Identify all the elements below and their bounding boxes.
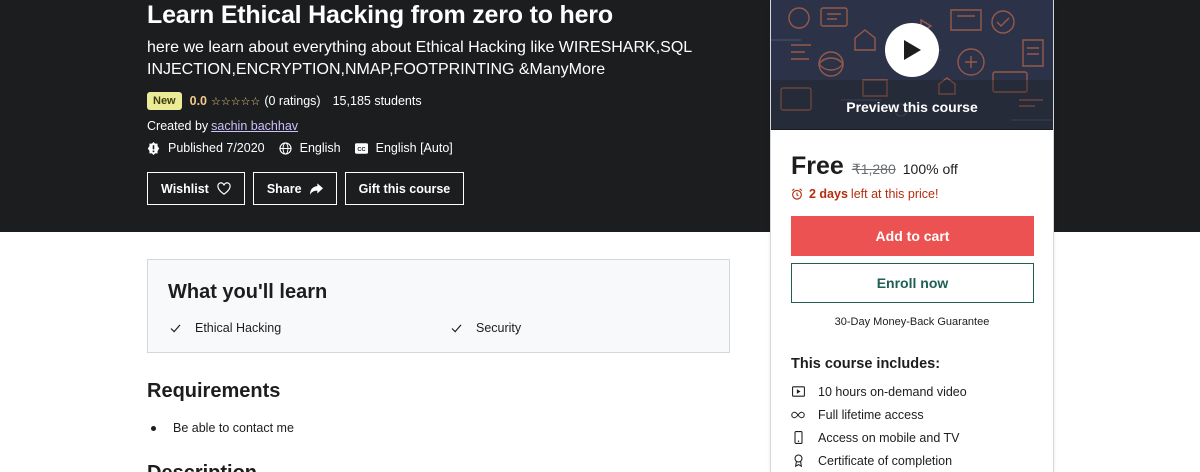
new-badge: New (147, 92, 182, 110)
course-preview[interactable]: Preview this course (771, 0, 1053, 130)
share-arrow-icon (309, 182, 323, 195)
published-info: Published 7/2020 (147, 141, 265, 155)
includes-item-label: Certificate of completion (818, 453, 953, 468)
video-icon (791, 385, 805, 399)
enroll-now-button[interactable]: Enroll now (791, 263, 1034, 303)
includes-item: Certificate of completion (791, 449, 967, 472)
captions-info: CC English [Auto] (354, 141, 453, 155)
created-by: Created by sachin bachhav (147, 119, 298, 133)
add-to-cart-button[interactable]: Add to cart (791, 216, 1034, 256)
includes-title: This course includes: (791, 356, 941, 372)
mobile-icon (791, 431, 805, 445)
share-button[interactable]: Share (252, 172, 337, 205)
alert-badge-icon (147, 141, 160, 155)
gift-course-button[interactable]: Gift this course (344, 172, 465, 205)
closed-captions-icon: CC (354, 142, 368, 154)
includes-item-label: Full lifetime access (818, 407, 924, 422)
price-urgency: 2 days left at this price! (791, 187, 938, 201)
heart-icon (217, 182, 231, 195)
alarm-clock-icon (791, 188, 803, 200)
learn-title: What you'll learn (168, 281, 328, 303)
action-buttons: Wishlist Share Gift this course (147, 172, 472, 205)
rating-value: 0.0 (189, 94, 208, 108)
includes-item-label: Access on mobile and TV (818, 430, 960, 445)
captions-label: English [Auto] (375, 141, 453, 155)
requirement-label: Be able to contact me (173, 421, 294, 435)
svg-text:CC: CC (357, 146, 365, 152)
check-icon (170, 324, 181, 333)
language-info: English (279, 141, 341, 155)
includes-item: Access on mobile and TV (791, 426, 967, 449)
play-icon (904, 40, 921, 60)
what-youll-learn-box: What you'll learn Ethical Hacking Securi… (147, 259, 730, 353)
learn-item-label: Ethical Hacking (195, 321, 282, 335)
discount-percent: 100% off (902, 161, 958, 177)
gift-label: Gift this course (358, 181, 451, 196)
rating-count-link[interactable]: (0 ratings) (264, 94, 320, 108)
purchase-sidebar: Preview this course Free ₹1,280 100% off… (770, 0, 1054, 472)
course-page: Learn Ethical Hacking from zero to hero … (0, 0, 1200, 472)
share-label: Share (266, 181, 302, 196)
learn-item-label: Security (476, 321, 522, 335)
course-info-row: Published 7/2020 English CC English [Aut… (147, 141, 467, 155)
course-title: Learn Ethical Hacking from zero to hero (147, 1, 613, 29)
original-price: ₹1,280 (851, 161, 896, 177)
description-title: Description (147, 462, 257, 472)
published-date: Published 7/2020 (168, 141, 265, 155)
bullet-icon (151, 425, 156, 431)
check-icon (451, 324, 462, 333)
wishlist-button[interactable]: Wishlist (147, 172, 245, 205)
preview-label: Preview this course (846, 99, 978, 115)
current-price: Free (791, 152, 844, 180)
urgency-text: left at this price! (850, 187, 939, 201)
learn-item: Security (451, 321, 521, 335)
language-label: English (299, 141, 341, 155)
course-subtitle: here we learn about everything about Eth… (147, 39, 692, 78)
includes-item-label: 10 hours on-demand video (818, 384, 967, 399)
money-back-guarantee: 30-Day Money-Back Guarantee (834, 316, 990, 328)
learn-item: Ethical Hacking (170, 321, 281, 335)
includes-item: 10 hours on-demand video (791, 380, 967, 403)
price-row: Free ₹1,280 100% off (791, 152, 958, 181)
includes-item: Full lifetime access (791, 403, 967, 426)
includes-list: 10 hours on-demand video Full lifetime a… (791, 380, 967, 472)
play-button[interactable] (885, 23, 939, 77)
student-count: 15,185 students (332, 94, 422, 108)
star-rating-icon: ☆☆☆☆☆ (211, 95, 261, 108)
created-by-label: Created by (147, 119, 209, 133)
certificate-icon (791, 454, 805, 468)
requirements-title: Requirements (147, 380, 281, 402)
infinity-icon (791, 408, 805, 422)
globe-icon (279, 141, 292, 155)
requirement-item: Be able to contact me (151, 421, 294, 435)
urgency-days: 2 days (809, 187, 848, 201)
rating-row: New 0.0 ☆☆☆☆☆ (0 ratings) 15,185 student… (147, 92, 422, 110)
instructor-link[interactable]: sachin bachhav (211, 119, 298, 133)
wishlist-label: Wishlist (161, 181, 209, 196)
